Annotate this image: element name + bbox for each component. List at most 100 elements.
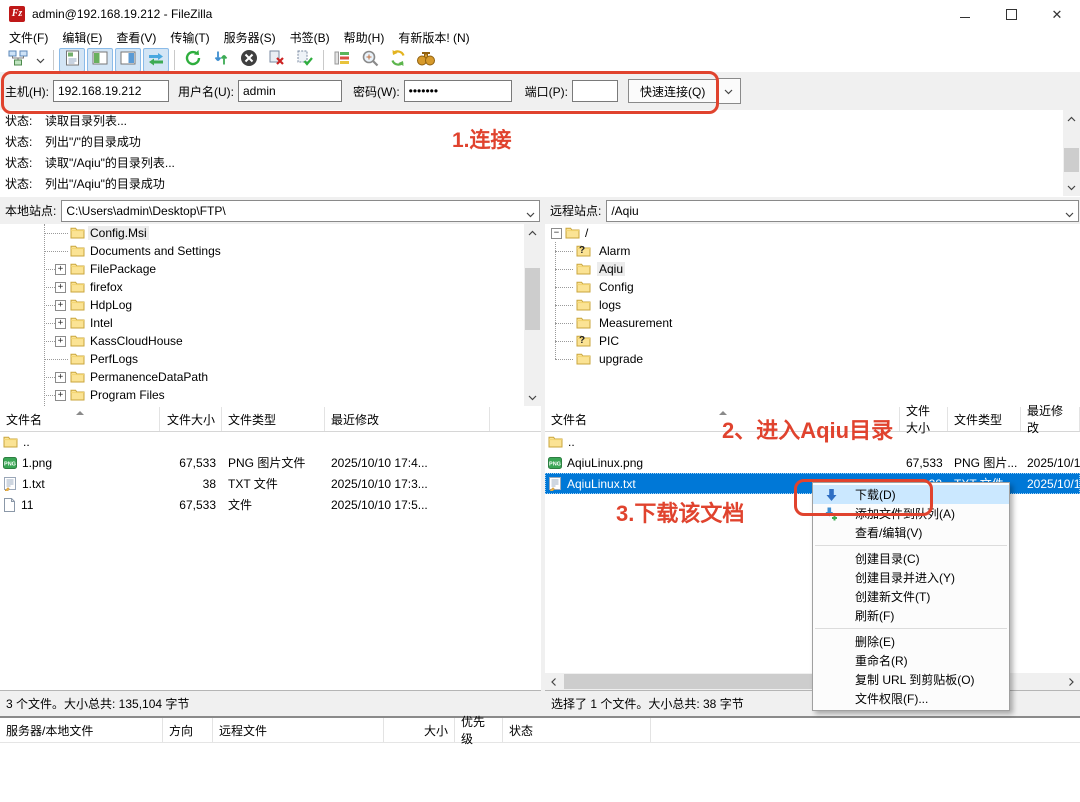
expand-plus-icon[interactable]: + [55, 318, 66, 329]
column-header-1[interactable]: 文件大小 [160, 407, 222, 431]
quickconnect-dropdown-button[interactable] [717, 78, 741, 104]
expand-plus-icon[interactable]: + [55, 336, 66, 347]
scroll-left-button[interactable] [545, 673, 562, 690]
username-input[interactable] [238, 80, 342, 102]
toggle-local-tree-icon [92, 50, 108, 69]
menu-item-7[interactable]: 帮助(H) [337, 27, 392, 48]
queue-column-header-4[interactable]: 优先级 [455, 718, 503, 742]
menu-item-1[interactable]: 文件(F) [2, 27, 55, 48]
column-header-2[interactable]: 文件类型 [948, 407, 1021, 431]
refresh-button[interactable] [180, 48, 206, 72]
filter-icon [334, 50, 350, 69]
site-manager-button[interactable] [5, 48, 31, 72]
scroll-up-button[interactable] [1063, 110, 1080, 127]
tree-item-alarm[interactable]: ?Alarm [545, 242, 1080, 260]
file-row-1-txt[interactable]: 1.txt38TXT 文件2025/10/10 17:3... [0, 473, 541, 494]
tree-item-upgrade[interactable]: upgrade [545, 350, 1080, 368]
column-header-0[interactable]: 文件名 [0, 407, 160, 431]
collapse-minus-icon[interactable]: − [551, 228, 562, 239]
toggle-remote-tree-button[interactable] [115, 48, 141, 72]
port-input[interactable] [572, 80, 618, 102]
column-header-3[interactable]: 最近修改 [1021, 407, 1080, 431]
menu-item-6[interactable]: 书签(B) [283, 27, 337, 48]
queue-column-header-3[interactable]: 大小 [384, 718, 455, 742]
remote-path-combo[interactable]: /Aqiu [606, 200, 1079, 222]
tree-item-hdplog[interactable]: +HdpLog [0, 296, 541, 314]
quickconnect-button[interactable]: 快速连接(Q) [628, 79, 717, 103]
filter-button[interactable] [329, 48, 355, 72]
tree-item-config-msi[interactable]: Config.Msi [0, 224, 541, 242]
host-input[interactable] [53, 80, 169, 102]
menu-item-3[interactable]: 查看(V) [109, 27, 163, 48]
context-menu-item-5[interactable]: 创建目录并进入(Y) [813, 568, 1009, 587]
tree-item-measurement[interactable]: Measurement [545, 314, 1080, 332]
context-menu-item-6[interactable]: 创建新文件(T) [813, 587, 1009, 606]
queue-column-header-1[interactable]: 方向 [163, 718, 213, 742]
context-menu-item-2[interactable]: 查看/编辑(V) [813, 523, 1009, 542]
file-row-parent[interactable]: .. [0, 431, 541, 452]
queue-column-header-2[interactable]: 远程文件 [213, 718, 384, 742]
tree-item-aqiu[interactable]: Aqiu [545, 260, 1080, 278]
synchronized-browsing-button[interactable] [385, 48, 411, 72]
local-path-value: C:\Users\admin\Desktop\FTP\ [66, 204, 225, 218]
find-files-button[interactable] [413, 48, 439, 72]
file-row-aqiulinux-png[interactable]: PNGAqiuLinux.png67,533PNG 图片...2025/10/1… [545, 452, 1080, 473]
queue-column-header-5[interactable]: 状态 [503, 718, 651, 742]
context-menu-item-11[interactable]: 复制 URL 到剪贴板(O) [813, 670, 1009, 689]
toggle-local-tree-button[interactable] [87, 48, 113, 72]
tree-item-root[interactable]: −/ [545, 224, 1080, 242]
process-queue-button[interactable] [208, 48, 234, 72]
column-header-1[interactable]: 文件大小 [900, 407, 948, 431]
tree-item-filepackage[interactable]: +FilePackage [0, 260, 541, 278]
menu-item-2[interactable]: 编辑(E) [55, 27, 109, 48]
context-menu-item-12[interactable]: 文件权限(F)... [813, 689, 1009, 708]
compare-directories-button[interactable] [357, 48, 383, 72]
context-menu-item-4[interactable]: 创建目录(C) [813, 549, 1009, 568]
tree-item-pic[interactable]: ?PIC [545, 332, 1080, 350]
disconnect-button[interactable] [264, 48, 290, 72]
maximize-button[interactable] [988, 0, 1034, 28]
menu-item-5[interactable]: 服务器(S) [217, 27, 283, 48]
tree-item-program-files[interactable]: +Program Files [0, 386, 541, 404]
tree-item-kasscloudhouse[interactable]: +KassCloudHouse [0, 332, 541, 350]
toggle-transfer-queue-button[interactable] [143, 48, 169, 72]
context-menu-item-1[interactable]: 添加文件到队列(A) [813, 504, 1009, 523]
expand-plus-icon[interactable]: + [55, 390, 66, 401]
close-button[interactable]: ✕ [1034, 0, 1080, 28]
toggle-message-log-button[interactable] [59, 48, 85, 72]
context-menu-item-10[interactable]: 重命名(R) [813, 651, 1009, 670]
minimize-button[interactable] [942, 0, 988, 28]
message-log-scrollbar[interactable] [1063, 110, 1080, 196]
scroll-down-button[interactable] [1063, 179, 1080, 196]
context-menu-item-9[interactable]: 删除(E) [813, 632, 1009, 651]
cancel-button[interactable] [236, 48, 262, 72]
tree-item-logs[interactable]: logs [545, 296, 1080, 314]
password-input[interactable] [404, 80, 512, 102]
queue-column-header-0[interactable]: 服务器/本地文件 [0, 718, 163, 742]
column-header-2[interactable]: 文件类型 [222, 407, 325, 431]
tree-item-documents-and-settings[interactable]: Documents and Settings [0, 242, 541, 260]
tree-item-config[interactable]: Config [545, 278, 1080, 296]
file-row-1-png[interactable]: PNG1.png67,533PNG 图片文件2025/10/10 17:4... [0, 452, 541, 473]
expand-plus-icon[interactable]: + [55, 282, 66, 293]
scrollbar-thumb[interactable] [1064, 148, 1079, 172]
tree-item-intel[interactable]: +Intel [0, 314, 541, 332]
menu-item-8[interactable]: 有新版本! (N) [391, 27, 476, 48]
expand-plus-icon[interactable]: + [55, 264, 66, 275]
tree-item-permanencedatapath[interactable]: +PermanenceDataPath [0, 368, 541, 386]
column-header-3[interactable]: 最近修改 [325, 407, 490, 431]
context-menu-item-7[interactable]: 刷新(F) [813, 606, 1009, 625]
context-menu-item-0[interactable]: 下载(D) [813, 485, 1009, 504]
site-manager-dropdown-button[interactable] [33, 48, 48, 72]
scroll-right-button[interactable] [1063, 673, 1080, 690]
expand-plus-icon[interactable]: + [55, 372, 66, 383]
local-path-combo[interactable]: C:\Users\admin\Desktop\FTP\ [61, 200, 540, 222]
expand-plus-icon[interactable]: + [55, 300, 66, 311]
menu-item-4[interactable]: 传输(T) [163, 27, 216, 48]
file-row-11[interactable]: 1167,533文件2025/10/10 17:5... [0, 494, 541, 515]
file-size-cell: 67,533 [160, 498, 222, 512]
reconnect-button[interactable] [292, 48, 318, 72]
tree-item-firefox[interactable]: +firefox [0, 278, 541, 296]
tree-item-perflogs[interactable]: PerfLogs [0, 350, 541, 368]
annotation-step2: 2、进入Aqiu目录 [722, 413, 893, 445]
